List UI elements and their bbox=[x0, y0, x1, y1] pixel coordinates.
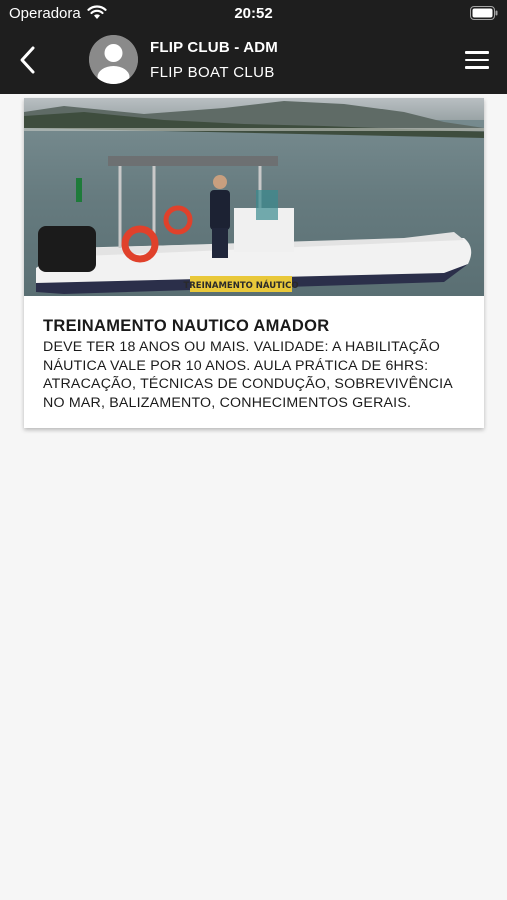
course-card[interactable]: TREINAMENTO NÁUTICO TREINAMENTO NAUTICO … bbox=[24, 98, 484, 428]
avatar-icon[interactable] bbox=[89, 35, 138, 84]
card-description: DEVE TER 18 ANOS OU MAIS. VALIDADE: A HA… bbox=[43, 339, 453, 411]
menu-icon[interactable] bbox=[465, 51, 489, 69]
status-bar: Operadora 20:52 bbox=[0, 0, 507, 28]
course-photo: TREINAMENTO NÁUTICO bbox=[24, 98, 484, 296]
back-icon bbox=[20, 46, 35, 74]
back-button[interactable] bbox=[14, 44, 42, 76]
banner-label: TREINAMENTO NÁUTICO bbox=[183, 279, 298, 291]
clock: 20:52 bbox=[234, 5, 273, 22]
battery-icon bbox=[470, 6, 498, 24]
header-title: FLIP CLUB - ADM bbox=[150, 39, 278, 56]
header-subtitle: FLIP BOAT CLUB bbox=[150, 64, 275, 81]
card-title: TREINAMENTO NAUTICO AMADOR bbox=[43, 317, 330, 335]
top-bar: Operadora 20:52 FLIP CLUB - ADM FLIP BOA… bbox=[0, 0, 507, 94]
